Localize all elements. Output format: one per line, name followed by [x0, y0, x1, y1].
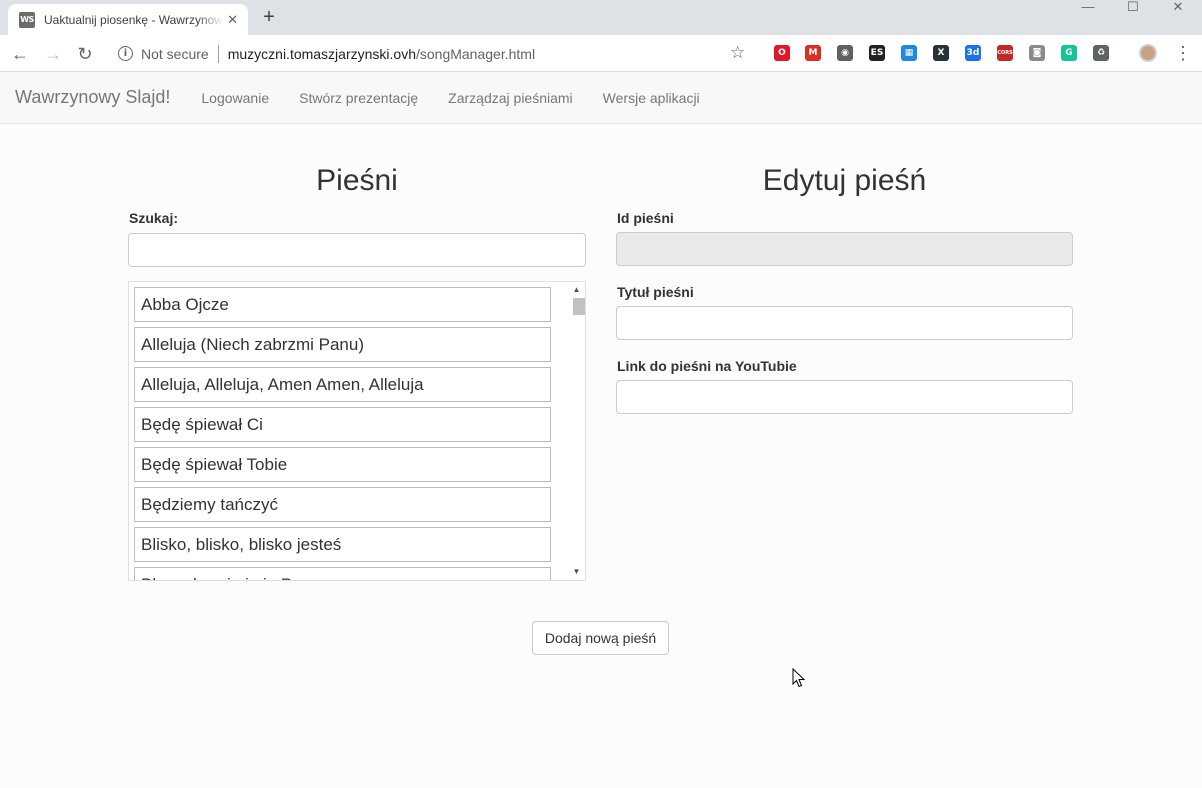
youtube-link-label: Link do pieśni na YouTubie — [617, 358, 797, 374]
song-list-item[interactable]: Alleluja, Alleluja, Amen Amen, Alleluja — [134, 367, 551, 402]
scroll-down-arrow-icon[interactable]: ▼ — [568, 565, 585, 579]
browser-tab[interactable]: WS Uaktualnij piosenkę - Wawrzynowy Slaj… — [8, 4, 248, 35]
songs-heading: Pieśni — [316, 164, 398, 197]
maximize-button[interactable]: ☐ — [1111, 0, 1155, 20]
song-list-item[interactable]: Abba Ojcze — [134, 287, 551, 322]
song-list-item[interactable]: Będę śpiewał Tobie — [134, 447, 551, 482]
new-tab-button[interactable]: + — [259, 7, 279, 27]
app-navbar: Wawrzynowy Slajd! Logowanie Stwórz preze… — [0, 72, 1202, 124]
info-icon[interactable]: i — [118, 46, 133, 61]
3d-extension-icon[interactable]: 3d — [965, 45, 981, 61]
song-list-item[interactable]: Będziemy tańczyć — [134, 487, 551, 522]
back-arrow-icon[interactable]: ← — [9, 43, 31, 65]
bookmark-star-icon[interactable]: ☆ — [730, 43, 745, 63]
es-extension-icon[interactable]: ES — [869, 45, 885, 61]
nav-link-wersje-aplikacji[interactable]: Wersje aplikacji — [603, 90, 700, 106]
forward-arrow-icon[interactable]: → — [42, 43, 64, 65]
opera-icon[interactable]: O — [774, 45, 790, 61]
x-extension-icon[interactable]: X — [933, 45, 949, 61]
songs-list[interactable]: Abba Ojcze Alleluja (Niech zabrzmi Panu)… — [128, 281, 586, 581]
nav-link-logowanie[interactable]: Logowanie — [201, 90, 269, 106]
omnibox-separator — [217, 44, 219, 63]
search-input[interactable] — [128, 233, 586, 267]
url-host: muzyczni.tomaszjarzynski.ovh — [227, 45, 416, 62]
song-title-field[interactable] — [616, 306, 1073, 340]
gmail-icon[interactable]: M — [805, 45, 821, 61]
song-title-label: Tytuł pieśni — [617, 284, 694, 300]
camera-icon[interactable]: ◙ — [1029, 45, 1045, 61]
edit-song-heading: Edytuj pieśń — [762, 164, 927, 197]
url-path: /songManager.html — [415, 45, 536, 62]
cors-extension-icon[interactable]: CORS — [997, 45, 1013, 61]
add-song-button[interactable]: Dodaj nową pieśń — [532, 621, 669, 655]
site-favicon-icon: WS — [19, 11, 35, 28]
profile-avatar[interactable] — [1139, 44, 1157, 62]
scroll-up-arrow-icon[interactable]: ▲ — [568, 283, 585, 297]
reload-icon[interactable]: ↻ — [74, 43, 96, 65]
song-list-item[interactable]: Alleluja (Niech zabrzmi Panu) — [134, 327, 551, 362]
browser-tabstrip: WS Uaktualnij piosenkę - Wawrzynowy Slaj… — [0, 0, 1202, 35]
security-status: Not secure — [141, 45, 209, 62]
song-list-item[interactable]: Błogosławcie imię Pana — [134, 567, 551, 580]
song-list-item[interactable]: Będę śpiewał Ci — [134, 407, 551, 442]
tab-title: Uaktualnij piosenkę - Wawrzynowy Slajd! — [44, 12, 224, 27]
nav-link-zarzadzaj-piesniami[interactable]: Zarządzaj pieśniami — [448, 90, 573, 106]
song-list-item[interactable]: Blisko, blisko, blisko jesteś — [134, 527, 551, 562]
search-label: Szukaj: — [129, 210, 179, 226]
browser-menu-icon[interactable]: ⋮ — [1174, 43, 1192, 64]
tab-close-icon[interactable]: ✕ — [227, 12, 238, 28]
mouse-cursor-icon — [792, 668, 806, 688]
nav-link-stworz-prezentacje[interactable]: Stwórz prezentację — [299, 90, 418, 106]
grammarly-icon[interactable]: G — [1061, 45, 1077, 61]
song-id-label: Id pieśni — [617, 210, 674, 226]
window-close-button[interactable]: ✕ — [1156, 0, 1200, 20]
address-bar[interactable]: i Not secure muzyczni.tomaszjarzynski.ov… — [108, 38, 758, 69]
browser-toolbar: ← → ↻ i Not secure muzyczni.tomaszjarzyn… — [0, 35, 1202, 72]
screenshot-extension-icon[interactable]: ▦ — [901, 45, 917, 61]
recycle-icon[interactable]: ♻ — [1093, 45, 1109, 61]
scrollbar-thumb[interactable] — [573, 298, 585, 315]
film-reel-icon[interactable]: ◉ — [837, 45, 853, 61]
youtube-link-field[interactable] — [616, 380, 1073, 414]
list-scrollbar[interactable]: ▲ ▼ — [568, 282, 585, 580]
brand-link[interactable]: Wawrzynowy Slajd! — [15, 87, 170, 108]
minimize-button[interactable]: — — [1066, 0, 1110, 20]
song-id-field — [616, 232, 1073, 266]
